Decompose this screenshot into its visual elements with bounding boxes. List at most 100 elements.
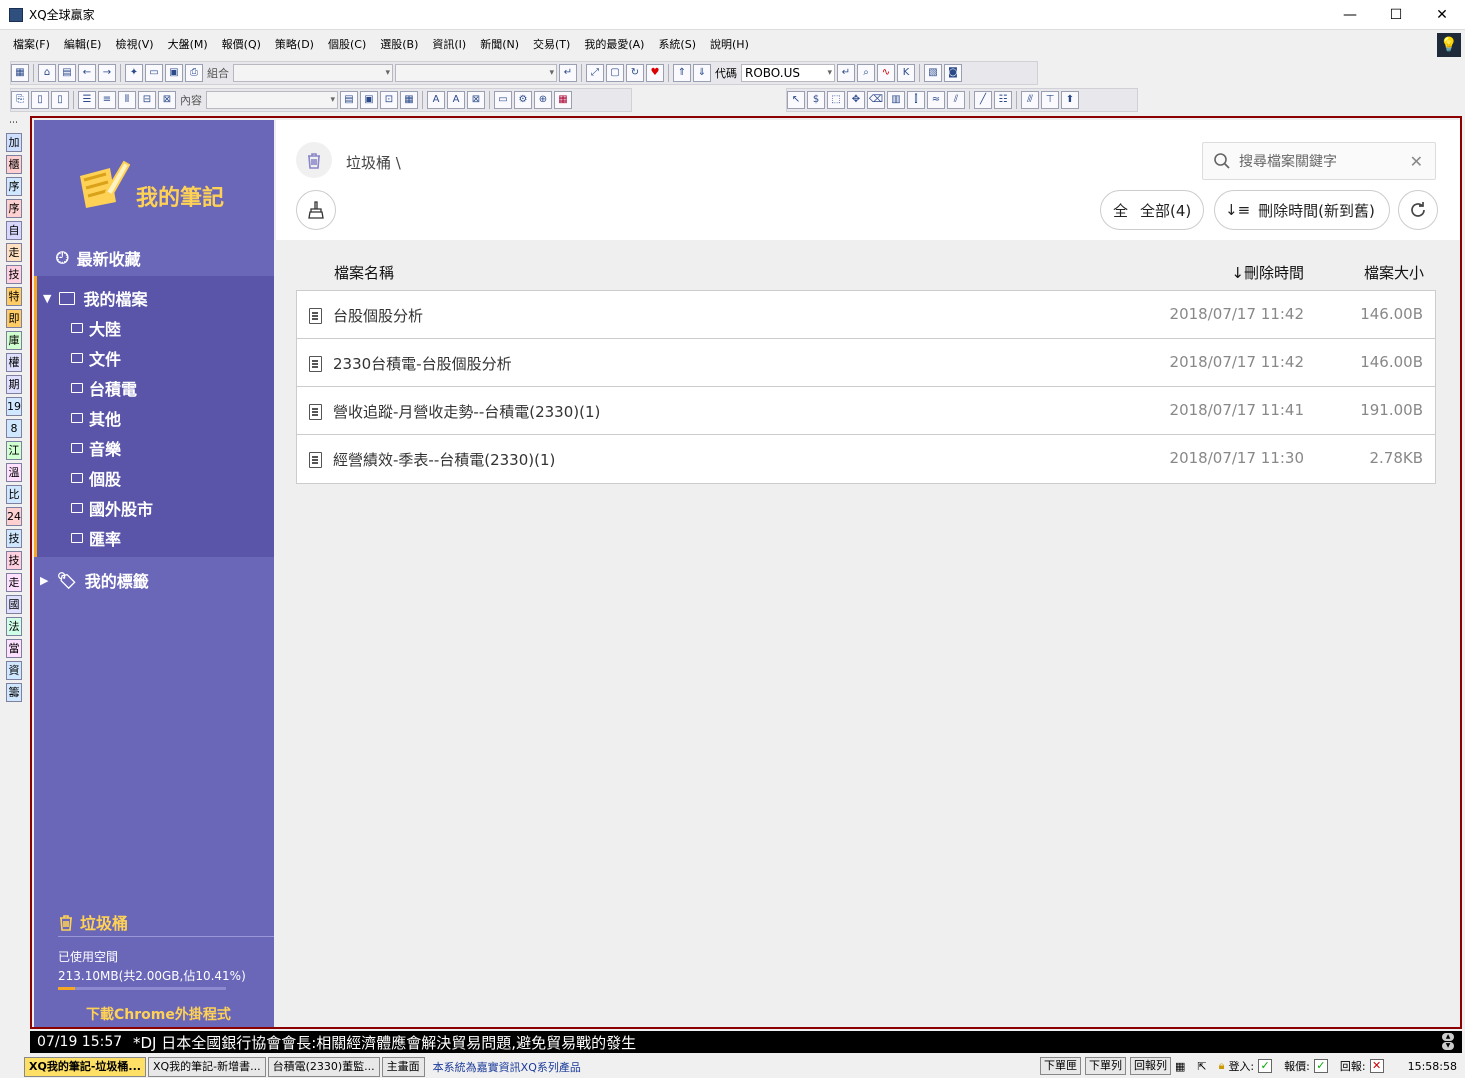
quick-launch-button[interactable]: 權 [6,353,22,372]
quick-launch-button[interactable]: 江 [6,441,22,460]
menu-item[interactable]: 選股(B) [374,36,424,52]
caret-right-icon[interactable]: ▶ [40,574,48,587]
folder-item[interactable]: 大陸 [71,316,121,340]
quick-launch-button[interactable]: 序 [6,177,22,196]
quick-launch-button[interactable]: 走 [6,573,22,592]
text-box-icon[interactable]: ⊤ [1041,91,1059,109]
table-icon[interactable]: ▦ [1175,1060,1185,1073]
taskbar-item[interactable]: 主畫面 [381,1056,425,1077]
close-button[interactable]: ✕ [1419,0,1465,30]
minimize-button[interactable]: — [1327,0,1373,30]
scroll-up-icon[interactable]: ⇑ [673,64,691,82]
clear-search-icon[interactable]: ✕ [1410,152,1423,171]
column-header-time[interactable]: ↓刪除時間 [1231,262,1304,283]
taskbar-item[interactable]: 台積電(2330)董監... [267,1056,380,1077]
eraser-icon[interactable]: ⌫ [867,91,885,109]
fibonacci-icon[interactable]: ☷ [994,91,1012,109]
secondary-combo[interactable] [395,64,557,82]
layout-list-icon[interactable]: ≡ [98,91,116,109]
line-icon[interactable]: ╱ [974,91,992,109]
back-arrow-icon[interactable]: ← [78,64,96,82]
file-row[interactable]: 經營績效-季表--台積電(2330)(1) 2018/07/17 11:30 2.7… [297,435,1435,483]
code-combo[interactable]: ROBO.US [741,64,835,82]
quick-launch-button[interactable]: 當 [6,639,22,658]
print-icon[interactable]: ⎙ [185,64,203,82]
new-file-icon[interactable]: ✦ [125,64,143,82]
empty-trash-button[interactable] [296,190,336,230]
lock-icon[interactable]: ⊡ [380,91,398,109]
nav-trash[interactable]: 垃圾桶 [58,910,128,934]
filter-all-button[interactable]: 全 全部(4) [1100,190,1204,230]
quick-launch-button[interactable]: 19 [6,397,22,416]
quick-launch-button[interactable]: 序 [6,199,22,218]
report-bar-button[interactable]: 回報列 [1129,1057,1171,1075]
maximize-button[interactable]: ☐ [1373,0,1419,30]
sort-button[interactable]: ↓≡ 刪除時間(新到舊) [1214,190,1390,230]
file-name[interactable]: 營收追蹤-月營收走勢--台積電(2330)(1) [333,401,600,422]
quick-launch-button[interactable]: 期 [6,375,22,394]
refresh-icon[interactable]: ↻ [626,64,644,82]
ticker-headline[interactable]: *DJ 日本全國銀行協會會長:相關經濟體應會解決貿易問題,避免貿易戰的發生 [133,1032,636,1053]
quick-launch-button[interactable]: 特 [6,287,22,306]
menu-item[interactable]: 編輯(E) [58,36,108,52]
select-box-icon[interactable]: ⬚ [827,91,845,109]
layout-columns-icon[interactable]: ⫴ [118,91,136,109]
settings-icon[interactable]: ⚙ [514,91,532,109]
fit-icon[interactable]: ⊠ [467,91,485,109]
quick-launch-button[interactable]: 技 [6,551,22,570]
popout-icon[interactable]: ⇱ [1197,1060,1206,1073]
chrome-extension-link[interactable]: 下載Chrome外掛程式 [86,1004,231,1024]
quick-launch-button[interactable]: 即 [6,309,22,328]
quick-launch-button[interactable]: 加 [6,133,22,152]
enter-code-icon[interactable]: ↵ [837,64,855,82]
quick-launch-button[interactable]: 24 [6,507,22,526]
refresh-button[interactable] [1398,190,1438,230]
quick-launch-button[interactable]: 技 [6,529,22,548]
palette-icon[interactable]: ▦ [554,91,572,109]
search-box[interactable]: 搜尋檔案關鍵字 ✕ [1202,142,1436,180]
menu-item[interactable]: 系統(S) [652,36,702,52]
menu-item[interactable]: 個股(C) [322,36,372,52]
column-header-name[interactable]: 檔案名稱 [334,262,394,283]
wave-icon[interactable]: ≈ [927,91,945,109]
quick-launch-button[interactable]: 比 [6,485,22,504]
file-row[interactable]: 營收追蹤-月營收走勢--台積電(2330)(1) 2018/07/17 11:41… [297,387,1435,435]
taskbar-item[interactable]: XQ我的筆記-新增書... [147,1056,266,1077]
ticker-down-icon[interactable]: ▼ [1442,1042,1454,1050]
menu-item[interactable]: 報價(Q) [216,36,267,52]
scroll-down-icon[interactable]: ⇓ [693,64,711,82]
nav-my-files[interactable]: ▼ 我的檔案 [43,286,147,310]
save-icon[interactable]: ▣ [165,64,183,82]
folder-item[interactable]: 國外股市 [71,496,153,520]
favorite-heart-icon[interactable]: ♥ [646,64,664,82]
home-icon[interactable]: ⌂ [38,64,56,82]
column-header-size[interactable]: 檔案大小 [1364,262,1424,283]
menu-item[interactable]: 策略(D) [269,36,320,52]
caret-down-icon[interactable]: ▼ [43,292,51,305]
fan-icon[interactable]: ⫽ [947,91,965,109]
candle-icon[interactable]: ⫿ [907,91,925,109]
search-input[interactable]: 搜尋檔案關鍵字 [1239,151,1410,171]
expand-icon[interactable]: ⤢ [586,64,604,82]
quick-launch-button[interactable]: 自 [6,221,22,240]
menu-item[interactable]: 檢視(V) [109,36,159,52]
order-bar-button[interactable]: 下單列 [1084,1057,1126,1075]
close-pane-icon[interactable]: ⊠ [158,91,176,109]
folder-item[interactable]: 匯率 [71,526,121,550]
forward-arrow-icon[interactable]: → [98,64,116,82]
font-down-icon[interactable]: A [447,91,465,109]
nav-my-tags[interactable]: ▶ 🏷︎ 我的標籤 [40,568,149,592]
camera-icon[interactable]: ◙ [944,64,962,82]
folder-item[interactable]: 文件 [71,346,121,370]
layout-rows-icon[interactable]: ☰ [78,91,96,109]
folder-item[interactable]: 其他 [71,406,121,430]
file-name[interactable]: 台股個股分析 [333,305,423,326]
grid-icon[interactable]: ▦ [11,64,29,82]
parallel-icon[interactable]: ⫻ [1021,91,1039,109]
file-row[interactable]: 台股個股分析 2018/07/17 11:42 146.00B [297,291,1435,339]
menu-item[interactable]: 交易(T) [527,36,576,52]
menu-item[interactable]: 我的最愛(A) [578,36,650,52]
quick-launch-button[interactable]: 庫 [6,331,22,350]
lightbulb-icon[interactable]: 💡 [1437,33,1461,57]
menu-item[interactable]: 新聞(N) [474,36,525,52]
